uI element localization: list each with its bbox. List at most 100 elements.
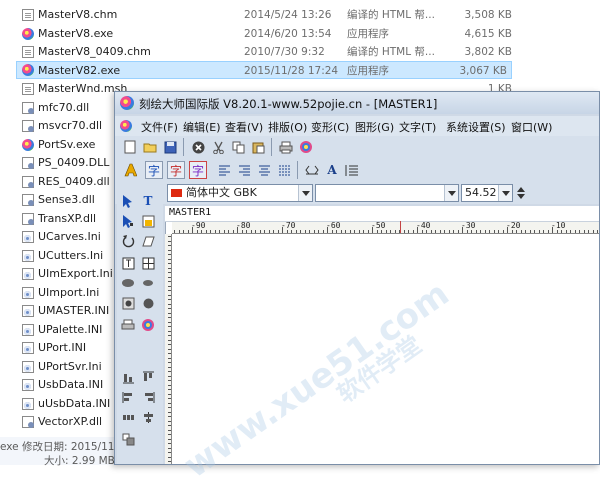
menu-settings[interactable]: 系统设置(S) bbox=[446, 119, 506, 135]
title-bar[interactable]: 刻绘大师国际版 V8.20.1-www.52pojie.cn - [MASTER… bbox=[115, 92, 599, 114]
color-wheel-icon[interactable] bbox=[139, 316, 157, 334]
cut-icon[interactable] bbox=[209, 138, 227, 156]
new-file-icon[interactable] bbox=[121, 138, 139, 156]
ruler-minor-tick bbox=[255, 230, 256, 233]
exe-icon bbox=[22, 27, 34, 40]
ruler-minor-tick bbox=[168, 258, 171, 260]
line-spacing-icon[interactable] bbox=[343, 161, 361, 179]
align-bottom-icon[interactable] bbox=[119, 368, 137, 386]
chevron-down-icon[interactable] bbox=[498, 185, 512, 201]
ruler-minor-tick bbox=[592, 230, 594, 233]
doc-icon bbox=[22, 83, 34, 95]
ruler-minor-tick bbox=[547, 230, 549, 233]
group-icon[interactable] bbox=[119, 430, 137, 448]
ruler-minor-tick bbox=[313, 230, 315, 233]
drawing-canvas[interactable] bbox=[165, 206, 599, 464]
chevron-down-icon[interactable] bbox=[298, 185, 312, 201]
ruler-minor-tick bbox=[168, 348, 171, 350]
menu-layout[interactable]: 排版(O) bbox=[268, 119, 307, 135]
menu-text[interactable]: 文字(T) bbox=[399, 119, 436, 135]
oval-icon[interactable] bbox=[139, 274, 157, 292]
app-logo-icon bbox=[120, 96, 134, 110]
menu-file[interactable]: 文件(F) bbox=[141, 119, 178, 135]
text-tool-a-icon[interactable] bbox=[121, 161, 139, 179]
text-style-normal-button[interactable]: 字 bbox=[145, 161, 163, 179]
align-right-icon[interactable] bbox=[235, 161, 253, 179]
align-justify-icon[interactable] bbox=[275, 161, 293, 179]
ruler-minor-tick bbox=[168, 317, 171, 318]
image-tool-icon[interactable] bbox=[139, 212, 157, 230]
ruler-minor-tick bbox=[367, 230, 369, 233]
text-style-shadow-button[interactable]: 字 bbox=[189, 161, 207, 179]
file-type: 应用程序 bbox=[347, 64, 389, 77]
ini-icon bbox=[22, 305, 34, 317]
ruler-minor-tick bbox=[421, 230, 423, 233]
file-size: 3,802 KB bbox=[464, 46, 513, 58]
doc-icon bbox=[22, 9, 34, 21]
ruler-minor-tick bbox=[291, 230, 292, 233]
center-objects-icon[interactable] bbox=[139, 408, 157, 426]
print-icon[interactable] bbox=[277, 138, 295, 156]
dll-icon bbox=[22, 194, 34, 206]
align-left-icon[interactable] bbox=[215, 161, 233, 179]
spin-icon[interactable] bbox=[515, 184, 527, 202]
copy-icon[interactable] bbox=[229, 138, 247, 156]
menu-view[interactable]: 查看(V) bbox=[225, 119, 263, 135]
print-preview-icon[interactable] bbox=[119, 316, 137, 334]
ruler-minor-tick bbox=[168, 416, 171, 417]
ruler-minor-tick bbox=[282, 230, 283, 233]
font-size-select[interactable]: 54.52 bbox=[461, 184, 513, 202]
font-a-icon[interactable]: A bbox=[323, 161, 341, 179]
text-spacing-icon[interactable] bbox=[303, 161, 321, 179]
node-edit-icon[interactable] bbox=[119, 212, 137, 230]
grid-icon[interactable] bbox=[139, 254, 157, 272]
align-top-icon[interactable] bbox=[139, 368, 157, 386]
file-row[interactable]: MasterV82.exe 2015/11/28 17:24 应用程序 3,067 K… bbox=[16, 60, 512, 79]
file-row[interactable]: MasterV8_0409.chm 2010/7/30 9:32 编译的 HTML … bbox=[0, 43, 600, 62]
open-folder-icon[interactable] bbox=[141, 138, 159, 156]
menu-window[interactable]: 窗口(W) bbox=[511, 119, 552, 135]
window-title: 刻绘大师国际版 V8.20.1-www.52pojie.cn - [MASTER… bbox=[139, 97, 438, 111]
text-style-outline-button[interactable]: 字 bbox=[167, 161, 185, 179]
exe-icon bbox=[22, 63, 34, 76]
file-row[interactable]: MasterV8.chm 2014/5/24 13:26 编译的 HTML 帮...… bbox=[0, 6, 600, 25]
ruler-minor-tick bbox=[385, 230, 387, 233]
align-left-objects-icon[interactable] bbox=[119, 388, 137, 406]
app-window[interactable]: 刻绘大师国际版 V8.20.1-www.52pojie.cn - [MASTER… bbox=[114, 91, 600, 465]
select-arrow-icon[interactable] bbox=[119, 192, 137, 210]
font-name-select[interactable] bbox=[315, 184, 459, 202]
font-family-select[interactable]: 简体中文 GBK bbox=[167, 184, 313, 202]
rotate-icon[interactable] bbox=[119, 232, 137, 250]
ruler-minor-tick bbox=[480, 230, 481, 233]
ruler-minor-tick bbox=[295, 230, 297, 233]
menu-transform[interactable]: 变形(C) bbox=[311, 119, 349, 135]
shape-icon[interactable] bbox=[119, 294, 137, 312]
file-row[interactable]: MasterV8.exe 2014/6/20 13:54 应用程序 4,615 KB bbox=[0, 25, 600, 44]
fill-icon[interactable] bbox=[139, 294, 157, 312]
ellipse-icon[interactable] bbox=[119, 274, 137, 292]
document-icon bbox=[120, 120, 132, 132]
align-center-icon[interactable] bbox=[255, 161, 273, 179]
color-palette-icon[interactable] bbox=[297, 138, 315, 156]
menu-edit[interactable]: 编辑(E) bbox=[183, 119, 221, 135]
ruler-minor-tick bbox=[168, 267, 171, 269]
ruler-minor-tick bbox=[168, 353, 171, 354]
paste-icon[interactable] bbox=[249, 138, 267, 156]
skew-icon[interactable] bbox=[139, 232, 157, 250]
ruler-minor-tick bbox=[565, 230, 567, 233]
save-icon[interactable] bbox=[161, 138, 179, 156]
ruler-minor-tick bbox=[543, 230, 544, 233]
ruler-minor-tick bbox=[168, 335, 171, 336]
ruler-minor-tick bbox=[408, 230, 409, 233]
document-tab[interactable]: MASTER1 bbox=[165, 206, 599, 222]
file-name: UsbData.INI bbox=[38, 378, 104, 391]
delete-icon[interactable] bbox=[189, 138, 207, 156]
text-tool-icon[interactable]: T bbox=[139, 192, 157, 210]
distribute-icon[interactable] bbox=[119, 408, 137, 426]
menu-graphics[interactable]: 图形(G) bbox=[355, 119, 394, 135]
ruler-minor-tick bbox=[168, 366, 171, 368]
ruler-minor-tick bbox=[349, 230, 351, 233]
chevron-down-icon[interactable] bbox=[444, 185, 458, 201]
text-frame-icon[interactable] bbox=[119, 254, 137, 272]
align-right-objects-icon[interactable] bbox=[139, 388, 157, 406]
